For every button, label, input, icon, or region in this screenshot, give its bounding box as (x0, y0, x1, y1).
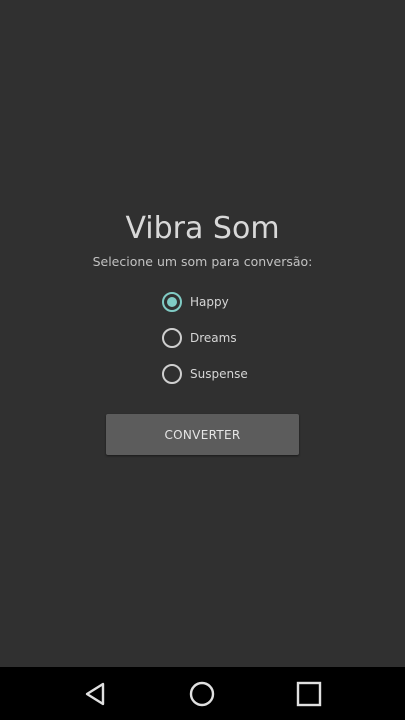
convert-button[interactable]: CONVERTER (106, 414, 299, 455)
navigation-bar (0, 667, 405, 720)
recents-button[interactable] (279, 667, 339, 720)
radio-unchecked-icon[interactable] (162, 328, 182, 348)
back-button[interactable] (66, 667, 126, 720)
radio-label-happy: Happy (190, 295, 229, 309)
radio-option-dreams[interactable]: Dreams (162, 324, 302, 352)
instruction-text: Selecione um som para conversão: (92, 254, 313, 269)
radio-option-suspense[interactable]: Suspense (162, 360, 302, 388)
home-icon (189, 681, 215, 706)
radio-label-suspense: Suspense (190, 367, 248, 381)
radio-option-happy[interactable]: Happy (162, 288, 302, 316)
back-icon (85, 682, 105, 705)
radio-label-dreams: Dreams (190, 331, 237, 345)
recents-icon (296, 681, 322, 706)
radio-checked-icon[interactable] (162, 292, 182, 312)
radio-unchecked-icon[interactable] (162, 364, 182, 384)
app-title: Vibra Som (125, 211, 280, 246)
home-button[interactable] (172, 667, 232, 720)
app-content: Vibra Som Selecione um som para conversã… (0, 0, 405, 667)
